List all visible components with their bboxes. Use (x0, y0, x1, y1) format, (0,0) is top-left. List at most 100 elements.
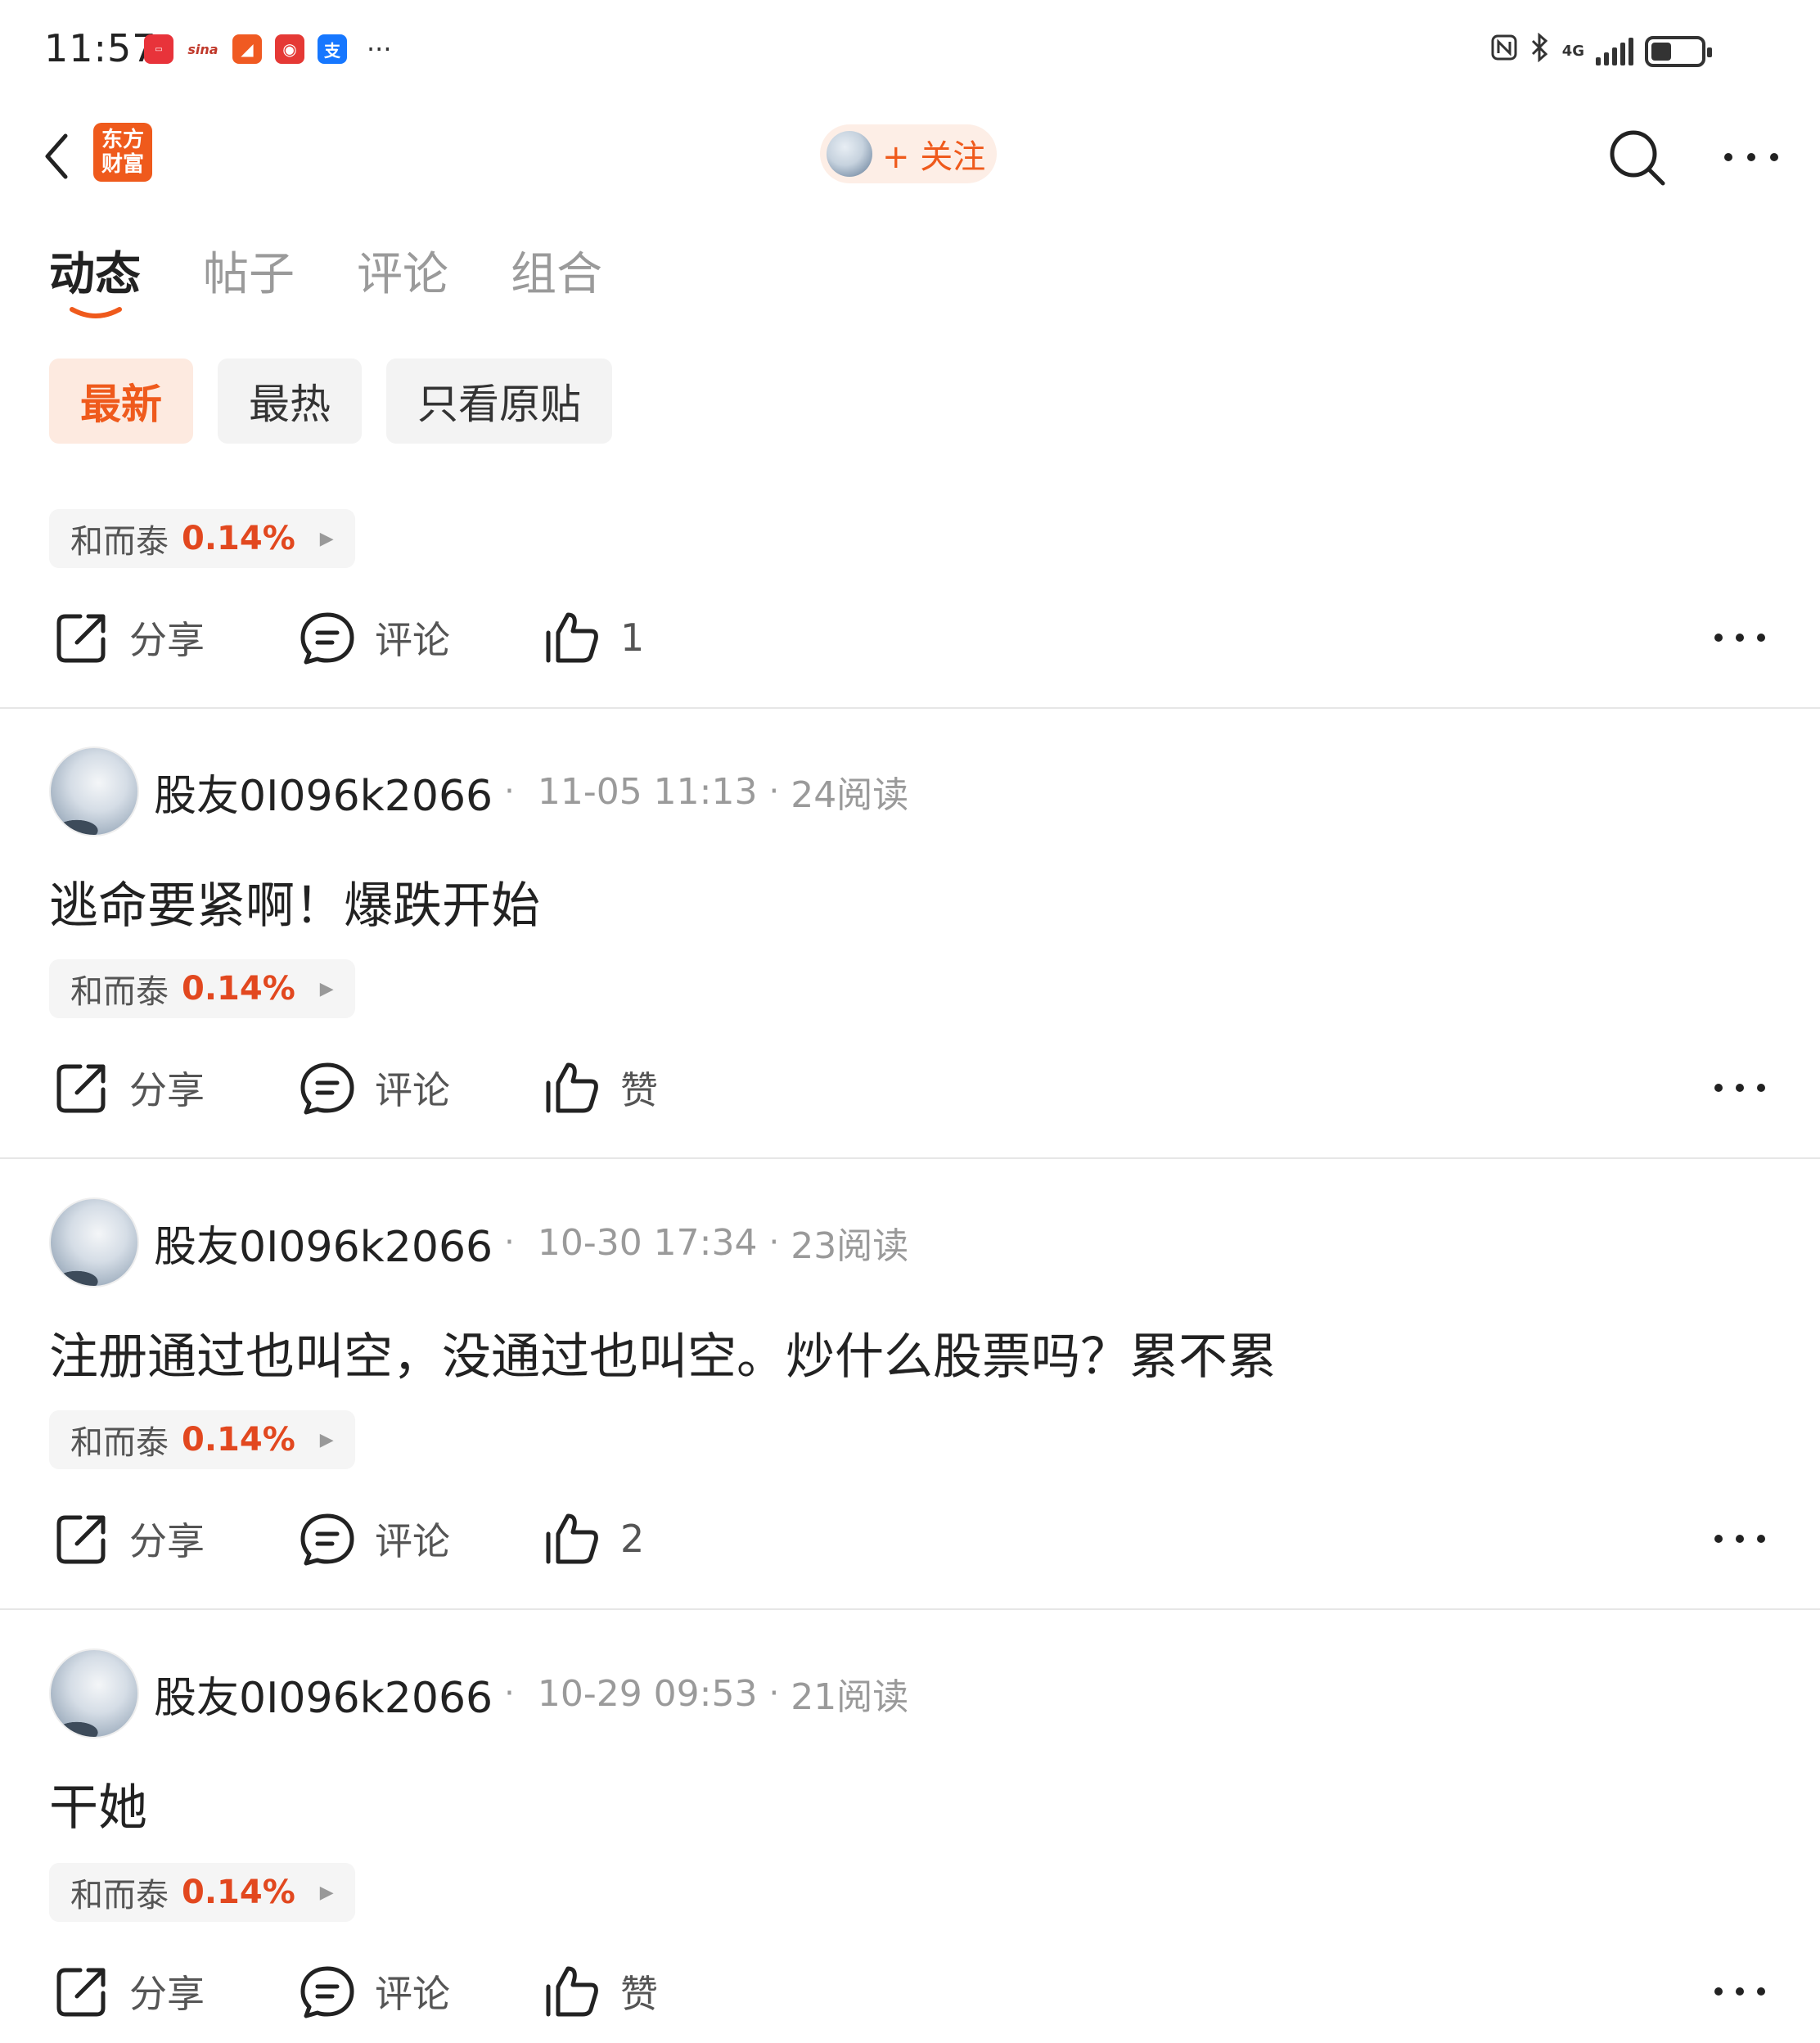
tab-portfolio[interactable]: 组合 (511, 237, 602, 304)
chevron-right-icon: ▶ (319, 1882, 334, 1903)
post-header: 股友0I096k2066 · 10-30 17:34 · 23阅读 (49, 1197, 908, 1288)
divider (0, 707, 1820, 709)
thumbs-up-icon (546, 612, 598, 663)
eastmoney-logo[interactable]: 东方 财富 (93, 123, 152, 182)
share-button[interactable]: 分享 (52, 1502, 205, 1576)
comment-icon (300, 1062, 354, 1115)
more-options-icon[interactable] (1719, 124, 1784, 190)
like-button[interactable]: 1 (543, 601, 644, 674)
post-card: 股友0I096k2066 · 10-29 09:53 · 21阅读 干她 和而泰… (0, 1648, 1820, 2043)
tab-dynamics[interactable]: 动态 (49, 237, 141, 318)
author-name[interactable]: 股友0I096k2066 (154, 761, 493, 823)
stock-name: 和而泰 (70, 973, 169, 1011)
telegram-like-icon: ◢ (232, 34, 262, 64)
thumbs-up-icon (546, 1062, 598, 1113)
avatar[interactable] (49, 746, 139, 837)
separator-dot: · (768, 1675, 780, 1712)
notification-icons: ▭ sina ◢ ◉ 支 ··· (144, 34, 392, 64)
share-icon (56, 1515, 106, 1564)
share-label: 分享 (129, 1068, 205, 1112)
bluetooth-icon (1529, 32, 1551, 70)
tab-comments[interactable]: 评论 (357, 237, 448, 304)
thumbs-up-icon (546, 1966, 598, 2017)
read-count: 23阅读 (791, 1225, 909, 1267)
stock-name: 和而泰 (70, 1877, 169, 1914)
thumbs-up-icon (546, 1513, 598, 1564)
share-icon (56, 1968, 106, 2017)
stock-tag[interactable]: 和而泰 0.14% ▶ (49, 1863, 355, 1922)
avatar[interactable] (49, 1648, 139, 1739)
filter-original-only[interactable]: 只看原贴 (386, 359, 612, 444)
comment-label: 评论 (375, 1068, 450, 1112)
post-content[interactable]: 注册通过也叫空，没通过也叫空。炒什么股票吗？累不累 (49, 1317, 1277, 1388)
news-app-icon: ◉ (275, 34, 304, 64)
comment-button[interactable]: 评论 (298, 1502, 450, 1576)
comment-icon (300, 1513, 354, 1566)
post-actions: 分享 评论 2 (0, 1502, 1820, 1576)
stock-change: 0.14% (182, 1421, 295, 1459)
like-button[interactable]: 赞 (543, 1051, 658, 1125)
divider (0, 1608, 1820, 1610)
comment-label: 评论 (375, 1519, 450, 1563)
share-icon (56, 614, 106, 663)
more-options-icon[interactable] (1710, 1955, 1769, 2028)
post-time: 10-29 09:53 (537, 1672, 758, 1715)
sina-icon: sina (187, 41, 218, 57)
alipay-icon: 支 (318, 34, 347, 64)
filter-hottest[interactable]: 最热 (218, 359, 362, 444)
avatar (827, 131, 872, 177)
separator-dot: · (768, 773, 780, 810)
like-label: 赞 (620, 1068, 658, 1112)
follow-label: + 关注 (882, 138, 986, 176)
comment-label: 评论 (375, 1972, 450, 2016)
author-name[interactable]: 股友0I096k2066 (154, 1663, 493, 1725)
profile-tabs: 动态 帖子 评论 组合 (49, 237, 602, 318)
tab-label: 帖子 (203, 248, 295, 301)
signal-icon (1596, 37, 1633, 65)
logo-text-line2: 财富 (101, 152, 144, 177)
post-content[interactable]: 逃命要紧啊！爆跌开始 (49, 866, 540, 937)
filter-latest[interactable]: 最新 (49, 359, 193, 444)
share-icon (56, 1064, 106, 1113)
status-bar: 11:57 ▭ sina ◢ ◉ 支 ··· 4G (0, 0, 1820, 98)
post-card: 和而泰 0.14% ▶ 分享 评论 1 (0, 507, 1820, 704)
share-button[interactable]: 分享 (52, 601, 205, 674)
back-icon[interactable] (36, 128, 85, 185)
tab-active-indicator (70, 307, 122, 318)
stock-tag[interactable]: 和而泰 0.14% ▶ (49, 959, 355, 1018)
tab-posts[interactable]: 帖子 (203, 237, 295, 304)
comment-button[interactable]: 评论 (298, 601, 450, 674)
more-options-icon[interactable] (1710, 601, 1769, 674)
share-button[interactable]: 分享 (52, 1955, 205, 2028)
like-count: 1 (620, 616, 645, 660)
follow-button[interactable]: + 关注 (820, 124, 997, 183)
stock-tag[interactable]: 和而泰 0.14% ▶ (49, 509, 355, 568)
comment-button[interactable]: 评论 (298, 1955, 450, 2028)
search-icon[interactable] (1604, 124, 1669, 190)
post-time: 10-30 17:34 (537, 1221, 758, 1264)
sort-filters: 最新 最热 只看原贴 (49, 359, 612, 444)
author-name[interactable]: 股友0I096k2066 (154, 1212, 493, 1274)
like-button[interactable]: 2 (543, 1502, 644, 1576)
stock-change: 0.14% (182, 970, 295, 1008)
network-type-label: 4G (1561, 42, 1584, 60)
post-time: 11-05 11:13 (537, 770, 758, 813)
comment-icon (300, 1966, 354, 2018)
tab-label: 组合 (511, 248, 602, 301)
post-content[interactable]: 干她 (49, 1768, 147, 1839)
share-label: 分享 (129, 1519, 205, 1563)
more-options-icon[interactable] (1710, 1051, 1769, 1125)
logo-text-line1: 东方 (101, 128, 144, 152)
avatar[interactable] (49, 1197, 139, 1288)
huawei-store-icon: ▭ (144, 34, 173, 64)
stock-tag[interactable]: 和而泰 0.14% ▶ (49, 1410, 355, 1469)
like-button[interactable]: 赞 (543, 1955, 658, 2028)
comment-button[interactable]: 评论 (298, 1051, 450, 1125)
share-button[interactable]: 分享 (52, 1051, 205, 1125)
share-label: 分享 (129, 1972, 205, 2016)
more-options-icon[interactable] (1710, 1502, 1769, 1576)
post-header: 股友0I096k2066 · 11-05 11:13 · 24阅读 (49, 746, 908, 837)
chevron-right-icon: ▶ (319, 528, 334, 549)
battery-icon (1645, 35, 1712, 67)
tab-label: 动态 (49, 248, 141, 301)
